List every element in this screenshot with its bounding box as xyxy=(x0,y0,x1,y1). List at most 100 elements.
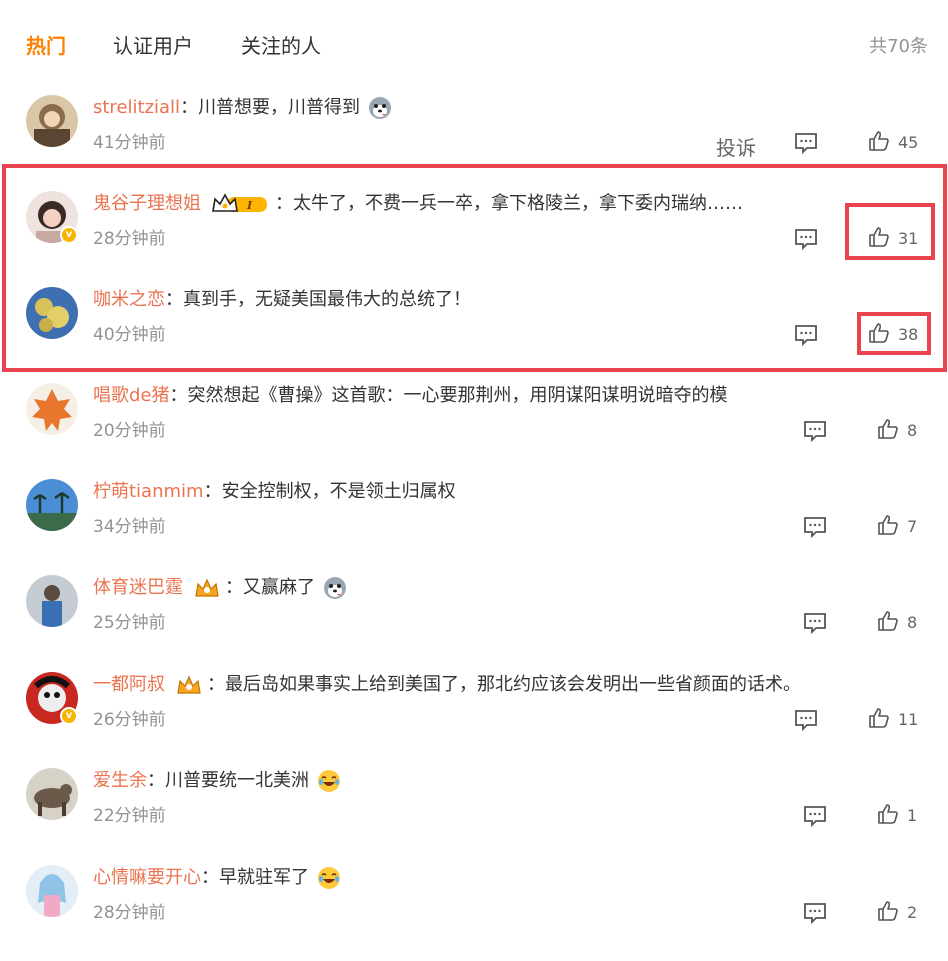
username[interactable]: 鬼谷子理想姐 xyxy=(93,193,201,214)
separator: ： xyxy=(203,481,222,502)
comment-item: 柠萌tianmim：安全控制权，不是领土归属权 34分钟前 7 xyxy=(0,479,948,575)
comment-time: 40分钟前 xyxy=(93,325,166,345)
comment-line: 一都阿叔 ：最后岛如果事实上给到美国了，那北约应该会发明出一些省颜面的话术。 xyxy=(93,672,801,698)
comment-time: 26分钟前 xyxy=(93,710,166,730)
comment-line: 心情嘛要开心：早就驻军了 xyxy=(93,865,341,891)
husky-emoji-icon xyxy=(323,577,346,599)
comment-text: 早就驻军了 xyxy=(219,867,309,888)
reply-icon[interactable] xyxy=(793,226,819,252)
comment-item: 唱歌de猪：突然想起《曹操》这首歌：一心要那荆州，用阴谋阳谋明说暗夺的模 20分… xyxy=(0,383,948,479)
comment-line: 鬼谷子理想姐 I ：太牛了，不费一兵一卒，拿下格陵兰，拿下委内瑞纳…… xyxy=(93,191,743,217)
comment-time: 28分钟前 xyxy=(93,903,166,923)
separator: ： xyxy=(165,289,183,310)
comment-text: 最后岛如果事实上给到美国了，那北约应该会发明出一些省颜面的话术。 xyxy=(225,674,801,695)
username[interactable]: strelitziall xyxy=(93,97,180,118)
username[interactable]: 体育迷巴霆 xyxy=(93,577,183,598)
avatar[interactable] xyxy=(26,287,78,339)
comment-text: 突然想起《曹操》这首歌：一心要那荆州，用阴谋阳谋明说暗夺的模 xyxy=(187,385,728,406)
reply-icon[interactable] xyxy=(793,707,819,733)
separator: ： xyxy=(147,770,165,791)
thumbs-up-icon xyxy=(878,901,898,921)
comment-text: 太牛了，不费一兵一卒，拿下格陵兰，拿下委内瑞纳…… xyxy=(293,193,743,214)
comment-text: 川普想要，川普得到 xyxy=(198,97,361,118)
comment-line: 咖米之恋：真到手，无疑美国最伟大的总统了！ xyxy=(93,287,471,313)
svg-text:I: I xyxy=(246,199,253,212)
avatar[interactable] xyxy=(26,383,78,435)
like-count: 2 xyxy=(907,903,918,922)
separator: ： xyxy=(201,867,219,888)
comment-line: strelitziall：川普想要，川普得到 xyxy=(93,95,392,121)
comment-time: 22分钟前 xyxy=(93,806,166,826)
comment-total-count: 共70条 xyxy=(869,36,928,57)
comment-text: 真到手，无疑美国最伟大的总统了！ xyxy=(183,289,471,310)
tab-verified-users[interactable]: 认证用户 xyxy=(113,30,193,59)
avatar[interactable] xyxy=(26,865,78,917)
like-count: 8 xyxy=(907,613,918,632)
username[interactable]: 一都阿叔 xyxy=(93,674,165,695)
like-count: 31 xyxy=(898,229,919,248)
like-count: 8 xyxy=(907,421,918,440)
comment-item: 咖米之恋：真到手，无疑美国最伟大的总统了！ 40分钟前 38 xyxy=(0,287,948,383)
comment-line: 柠萌tianmim：安全控制权，不是领土归属权 xyxy=(93,479,456,505)
thumbs-up-icon xyxy=(878,419,898,439)
comment-item: v 鬼谷子理想姐 I ：太牛了，不费一兵一卒，拿下格陵兰，拿下委内瑞纳…… 28分钟… xyxy=(0,191,948,287)
fan-crown-badge-icon xyxy=(195,578,219,597)
comment-line: 体育迷巴霆 ：又赢麻了 xyxy=(93,575,347,601)
separator: ： xyxy=(180,97,199,118)
tab-following[interactable]: 关注的人 xyxy=(241,30,321,59)
tab-hot[interactable]: 热门 xyxy=(26,30,66,59)
comment-time: 41分钟前 xyxy=(93,133,166,153)
like-count: 38 xyxy=(898,325,919,344)
thumbs-up-icon xyxy=(869,227,889,247)
avatar[interactable] xyxy=(26,95,78,147)
comment-time: 28分钟前 xyxy=(93,229,166,249)
separator: ： xyxy=(169,385,188,406)
comment-time: 20分钟前 xyxy=(93,421,166,441)
separator: ： xyxy=(225,577,243,598)
fan-crown-badge-icon xyxy=(177,675,201,694)
username[interactable]: 唱歌de猪 xyxy=(93,385,170,406)
report-button[interactable]: 投诉 xyxy=(716,132,756,161)
comment-text: 川普要统一北美洲 xyxy=(165,770,309,791)
avatar[interactable] xyxy=(26,768,78,820)
avatar[interactable] xyxy=(26,575,78,627)
username[interactable]: 柠萌tianmim xyxy=(93,481,204,502)
reply-icon[interactable] xyxy=(802,418,828,444)
reply-icon[interactable] xyxy=(802,514,828,540)
like-count: 45 xyxy=(898,133,919,152)
thumbs-up-icon xyxy=(869,708,889,728)
thumbs-up-icon xyxy=(878,611,898,631)
comment-item: 心情嘛要开心：早就驻军了 28分钟前 2 xyxy=(0,865,948,961)
separator: ： xyxy=(275,193,293,214)
reply-icon[interactable] xyxy=(793,322,819,348)
comment-text: 又赢麻了 xyxy=(243,577,315,598)
comment-item: v 一都阿叔 ：最后岛如果事实上给到美国了，那北约应该会发明出一些省颜面的话术。 … xyxy=(0,672,948,768)
comment-item: 爱生余：川普要统一北美洲 22分钟前 1 xyxy=(0,768,948,864)
thumbs-up-icon xyxy=(869,323,889,343)
like-count: 11 xyxy=(898,710,919,729)
laugh-cry-emoji-icon xyxy=(317,867,340,889)
thumbs-up-icon xyxy=(878,804,898,824)
laugh-cry-emoji-icon xyxy=(317,770,340,792)
comment-text: 安全控制权，不是领土归属权 xyxy=(221,481,456,502)
reply-icon[interactable] xyxy=(802,900,828,926)
avatar[interactable] xyxy=(26,479,78,531)
reply-icon[interactable] xyxy=(802,610,828,636)
husky-emoji-icon xyxy=(368,97,391,119)
comment-time: 34分钟前 xyxy=(93,517,166,537)
username[interactable]: 爱生余 xyxy=(93,770,147,791)
thumbs-up-icon xyxy=(869,131,889,151)
reply-icon[interactable] xyxy=(802,803,828,829)
comment-line: 爱生余：川普要统一北美洲 xyxy=(93,768,341,794)
comment-tabs: 热门 认证用户 关注的人 共70条 xyxy=(0,0,948,90)
username[interactable]: 心情嘛要开心 xyxy=(93,867,201,888)
comment-item: 体育迷巴霆 ：又赢麻了 25分钟前 8 xyxy=(0,575,948,671)
comment-item: strelitziall：川普想要，川普得到 41分钟前 投诉 45 xyxy=(0,95,948,191)
comment-line: 唱歌de猪：突然想起《曹操》这首歌：一心要那荆州，用阴谋阳谋明说暗夺的模 xyxy=(93,383,728,409)
verified-badge-icon: v xyxy=(60,707,78,725)
reply-icon[interactable] xyxy=(793,130,819,156)
like-count: 1 xyxy=(907,806,918,825)
verified-badge-icon: v xyxy=(60,226,78,244)
username[interactable]: 咖米之恋 xyxy=(93,289,165,310)
like-count: 7 xyxy=(907,517,918,536)
